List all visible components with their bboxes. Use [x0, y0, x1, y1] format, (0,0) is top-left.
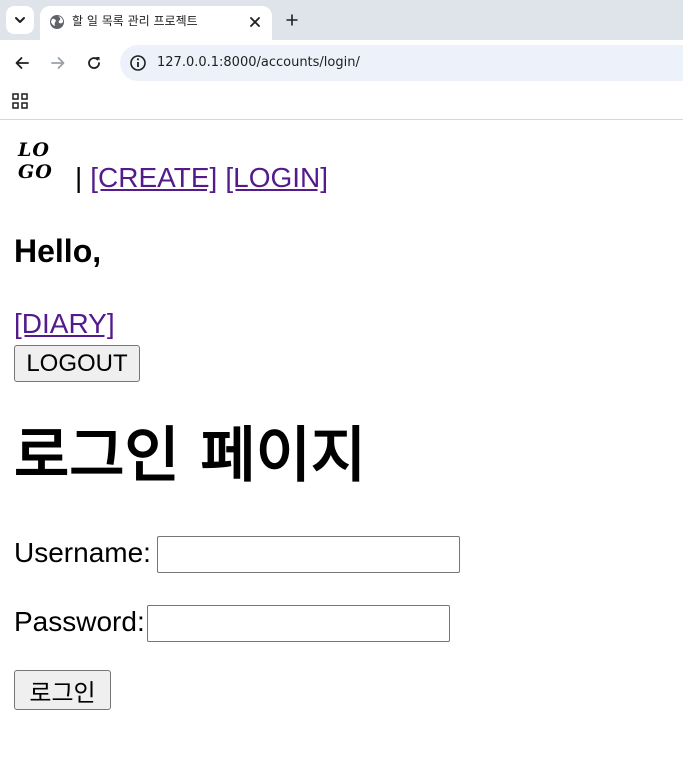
username-input[interactable] — [157, 536, 460, 573]
page-title: 로그인 페이지 — [14, 421, 367, 491]
create-link[interactable]: [CREATE] — [90, 162, 217, 193]
forward-arrow-icon — [51, 57, 65, 69]
greeting-heading: Hello, — [14, 233, 102, 269]
header-nav: | [CREATE] [LOGIN] — [75, 162, 328, 194]
plus-icon — [286, 14, 298, 26]
reload-icon — [88, 57, 100, 69]
address-bar[interactable]: 127.0.0.1:8000/accounts/login/ — [120, 45, 683, 81]
forward-button[interactable] — [47, 52, 69, 74]
info-icon[interactable] — [129, 54, 147, 72]
bookmarks-bar — [0, 86, 683, 120]
tab-title: 할 일 목록 관리 프로젝트 — [72, 14, 198, 28]
web-page: LO GO | [CREATE] [LOGIN] Hello, [DIARY] LO… — [0, 121, 683, 763]
url-text[interactable]: 127.0.0.1:8000/accounts/login/ — [157, 55, 360, 71]
username-label: Username: — [14, 537, 151, 568]
back-arrow-icon — [15, 57, 29, 69]
login-link[interactable]: [LOGIN] — [225, 162, 328, 193]
apps-grid-icon[interactable] — [12, 93, 28, 109]
chevron-down-icon — [15, 17, 25, 23]
close-tab-button[interactable] — [245, 12, 265, 32]
site-logo: LO GO — [18, 139, 66, 183]
password-label: Password: — [14, 606, 145, 637]
globe-icon — [50, 15, 64, 29]
logo-line-2: GO — [18, 161, 53, 183]
login-submit-button[interactable]: 로그인 — [14, 670, 111, 710]
logout-button[interactable]: LOGOUT — [14, 345, 140, 382]
nav-separator: | — [75, 162, 83, 193]
tab-strip: 할 일 목록 관리 프로젝트 — [0, 0, 683, 40]
reload-button[interactable] — [83, 52, 105, 74]
browser-toolbar: 127.0.0.1:8000/accounts/login/ — [0, 40, 683, 86]
tab-search-button[interactable] — [6, 6, 34, 34]
logo-line-1: LO — [18, 139, 50, 161]
new-tab-button[interactable] — [281, 9, 303, 31]
diary-link[interactable]: [DIARY] — [14, 308, 115, 340]
back-button[interactable] — [11, 52, 33, 74]
password-input[interactable] — [147, 605, 450, 642]
browser-tab[interactable]: 할 일 목록 관리 프로젝트 — [40, 6, 272, 40]
close-icon — [250, 17, 260, 27]
